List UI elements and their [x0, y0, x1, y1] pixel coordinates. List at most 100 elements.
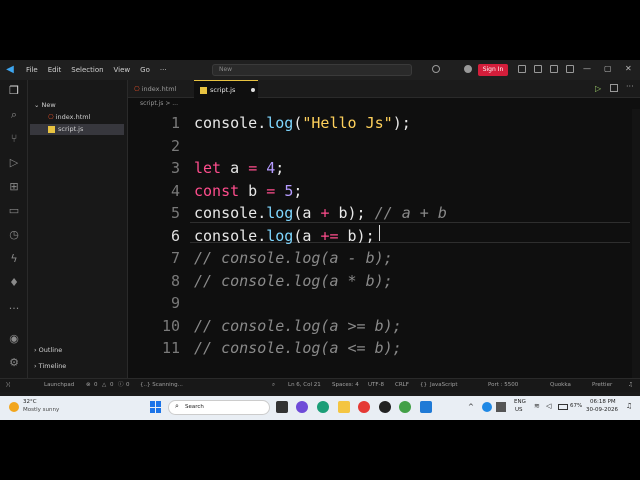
input-region[interactable]: US — [515, 407, 523, 413]
clock-date[interactable]: 30-09-2026 — [586, 407, 618, 413]
timer-icon[interactable]: ◷ — [7, 228, 21, 242]
language-mode[interactable]: JavaScript — [430, 379, 458, 392]
file-script-js[interactable]: script.js — [30, 124, 124, 135]
source-control-icon[interactable]: ⑂ — [7, 132, 21, 146]
vscode-logo-icon: ◀ — [6, 64, 14, 75]
wifi-icon[interactable]: ≋ — [534, 402, 540, 410]
taskbar-search-box[interactable]: ⌕ Search — [168, 400, 270, 415]
line-number: 9 — [170, 294, 180, 312]
more-icon[interactable]: ··· — [7, 302, 21, 316]
status-bar: ⟩⟨ Launchpad ⊗ 0 △ 0 ⓘ 0 {..} Scanning..… — [0, 378, 640, 392]
minimize-icon[interactable]: — — [583, 64, 591, 73]
menu-view[interactable]: View — [114, 66, 131, 74]
code-editor[interactable]: 1 2 3 4 5 6 7 8 9 10 11 console.log("Hel… — [128, 109, 640, 378]
windows-start-icon[interactable] — [150, 401, 162, 413]
html-file-icon: ⎔ — [48, 113, 56, 121]
line-number: 5 — [170, 204, 180, 222]
folder-new[interactable]: ⌄ New — [34, 100, 56, 111]
extensions-icon[interactable]: ⊞ — [7, 180, 21, 194]
code-line: console.log(a += b); — [194, 227, 375, 245]
layout-sidebar-icon[interactable] — [518, 65, 526, 73]
menu-go[interactable]: Go — [140, 66, 150, 74]
battery-percent[interactable]: 67% — [570, 403, 582, 409]
notification-bell-icon[interactable]: ♫ — [626, 402, 632, 410]
command-center-input[interactable]: New — [212, 64, 412, 76]
end-of-line[interactable]: CRLF — [395, 379, 409, 392]
close-icon[interactable]: ✕ — [625, 64, 632, 73]
scanning-status[interactable]: {..} Scanning... — [140, 379, 183, 392]
line-number: 8 — [170, 272, 180, 290]
layout-panel-icon[interactable] — [534, 65, 542, 73]
input-language[interactable]: ENG — [514, 399, 526, 405]
battery-icon[interactable] — [558, 404, 568, 410]
lightning-icon[interactable]: ϟ — [7, 252, 21, 266]
windows-taskbar: 32°C Mostly sunny ⌕ Search ^ ENG US ≋ ◁ … — [0, 396, 640, 420]
task-view-icon[interactable] — [276, 401, 288, 413]
chrome-icon[interactable] — [358, 401, 370, 413]
breadcrumb[interactable]: script.js > ... — [128, 98, 640, 109]
file-explorer-icon[interactable] — [338, 401, 350, 413]
timeline-section[interactable]: › Timeline — [34, 362, 66, 370]
weather-sun-icon[interactable] — [9, 402, 19, 412]
error-icon[interactable]: ⊗ — [86, 379, 91, 392]
prettier-status[interactable]: Prettier — [592, 379, 612, 392]
menu-more[interactable]: ··· — [160, 66, 167, 74]
maximize-icon[interactable]: ▢ — [604, 64, 612, 73]
more-actions-icon[interactable]: ··· — [626, 82, 634, 91]
remote-icon[interactable]: ⟩⟨ — [6, 379, 10, 392]
line-number: 11 — [161, 339, 180, 357]
outline-section[interactable]: › Outline — [34, 346, 62, 354]
copilot-icon[interactable] — [432, 65, 440, 73]
accounts-icon[interactable]: ◉ — [7, 332, 21, 346]
sign-in-button[interactable]: Sign In — [478, 64, 508, 76]
tray-app-icon[interactable] — [496, 402, 506, 412]
cursor-position[interactable]: Ln 6, Col 21 — [288, 379, 321, 392]
tray-chevron-icon[interactable]: ^ — [468, 403, 474, 411]
account-icon[interactable] — [464, 65, 472, 73]
code-line: // console.log(a * b); — [194, 272, 393, 290]
code-line: console.log(a + b); // a + b — [194, 204, 447, 222]
editor-scrollbar[interactable] — [632, 109, 640, 378]
settings-gear-icon[interactable]: ⚙ — [7, 356, 21, 370]
menu-selection[interactable]: Selection — [71, 66, 103, 74]
info-icon[interactable]: ⓘ — [118, 379, 124, 392]
search-icon[interactable]: ⌕ — [272, 379, 275, 392]
explorer-icon[interactable]: ❐ — [7, 84, 21, 98]
tab-script-js[interactable]: script.js — [194, 80, 258, 98]
encoding[interactable]: UTF-8 — [368, 379, 384, 392]
flame-icon[interactable]: ♦ — [7, 276, 21, 290]
line-number: 7 — [170, 249, 180, 267]
chrome-profile-icon[interactable] — [399, 401, 411, 413]
vscode-taskbar-icon[interactable] — [420, 401, 432, 413]
onedrive-icon[interactable] — [482, 402, 492, 412]
run-debug-icon[interactable]: ▷ — [7, 156, 21, 170]
indentation[interactable]: Spaces: 4 — [332, 379, 359, 392]
port-status[interactable]: Port : 5500 — [488, 379, 518, 392]
edge-icon[interactable] — [317, 401, 329, 413]
error-count: 0 — [94, 382, 98, 388]
copilot-app-icon[interactable] — [296, 401, 308, 413]
menu-file[interactable]: File — [26, 66, 38, 74]
split-editor-icon[interactable] — [610, 84, 618, 92]
volume-icon[interactable]: ◁ — [546, 402, 551, 410]
layout-secondary-icon[interactable] — [550, 65, 558, 73]
remote-explorer-icon[interactable]: ▭ — [7, 204, 21, 218]
run-icon[interactable]: ▷ — [595, 84, 601, 93]
github-icon[interactable] — [379, 401, 391, 413]
weather-temp[interactable]: 32°C — [23, 399, 37, 405]
search-icon[interactable]: ⌕ — [7, 108, 21, 122]
search-placeholder: Search — [185, 404, 204, 410]
quokka-status[interactable]: Quokka — [550, 379, 571, 392]
clock-time[interactable]: 06:18 PM — [590, 399, 616, 405]
explorer-sidebar: ⌄ New ⎔ index.html script.js › Outline ›… — [28, 80, 128, 378]
notifications-bell-icon[interactable]: ♫ — [628, 379, 633, 392]
weather-desc[interactable]: Mostly sunny — [23, 407, 59, 413]
warning-icon[interactable]: △ — [102, 379, 106, 392]
customize-layout-icon[interactable] — [566, 65, 574, 73]
launchpad-button[interactable]: Launchpad — [44, 379, 74, 392]
menu-edit[interactable]: Edit — [48, 66, 62, 74]
editor-tabs: ⎔ index.html script.js ▷ ··· — [128, 80, 640, 98]
file-index-html[interactable]: ⎔ index.html — [48, 112, 90, 123]
tab-index-html[interactable]: ⎔ index.html — [128, 80, 194, 98]
code-line: console.log("Hello Js"); — [194, 114, 411, 132]
